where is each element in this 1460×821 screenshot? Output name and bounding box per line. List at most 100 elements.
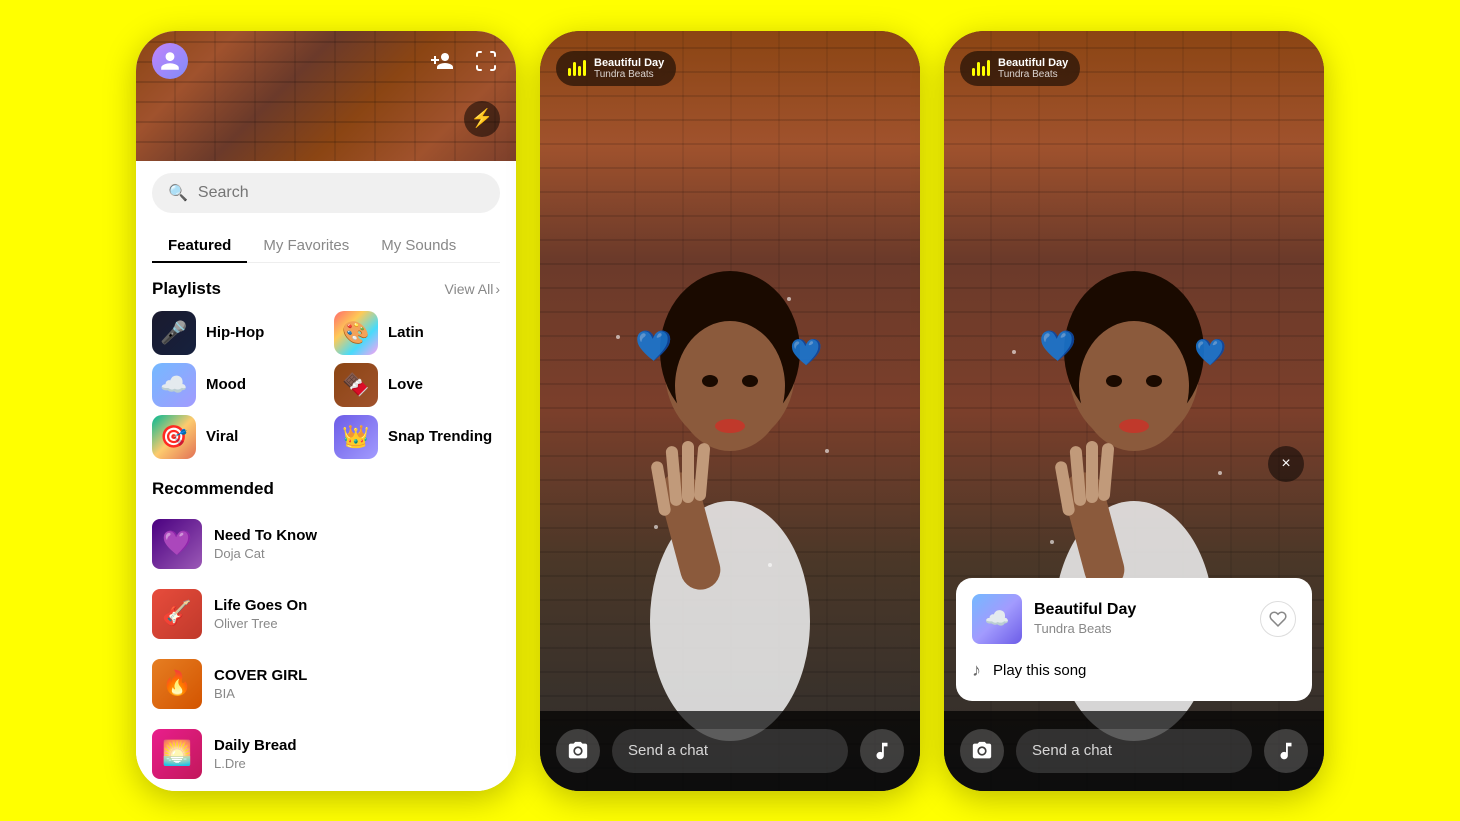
playlist-name-snapttrend: Snap Trending bbox=[388, 428, 492, 445]
scan-icon[interactable] bbox=[472, 47, 500, 75]
music-title-3: Beautiful Day bbox=[998, 57, 1068, 69]
playlists-header: Playlists View All › bbox=[152, 279, 500, 299]
topbar bbox=[136, 31, 516, 91]
chat-placeholder: Send a chat bbox=[628, 742, 708, 759]
playlist-snapttrend[interactable]: 👑 Snap Trending bbox=[334, 415, 500, 459]
avatar[interactable] bbox=[152, 43, 188, 79]
music-note-icon bbox=[871, 740, 893, 762]
music-artist: Tundra Beats bbox=[594, 69, 664, 80]
song-thumb-life-goes-on: 🎸 bbox=[152, 589, 202, 639]
playlist-hiphop[interactable]: 🎤 Hip-Hop bbox=[152, 311, 318, 355]
playlist-name-love: Love bbox=[388, 376, 423, 393]
chat-placeholder-3: Send a chat bbox=[1032, 742, 1112, 759]
song-card-text: Beautiful Day Tundra Beats bbox=[1034, 601, 1136, 636]
music-note-icon-3 bbox=[1275, 740, 1297, 762]
camera-icon bbox=[567, 740, 589, 762]
playlists-title: Playlists bbox=[152, 279, 221, 299]
chat-input-3[interactable]: Send a chat bbox=[1016, 729, 1252, 773]
song-title-need-to-know: Need To Know bbox=[214, 527, 500, 544]
playlist-mood[interactable]: ☁️ Mood bbox=[152, 363, 318, 407]
song-thumb-cover-girl: 🔥 bbox=[152, 659, 202, 709]
chat-input[interactable]: Send a chat bbox=[612, 729, 848, 773]
song-artist-cover-girl: BIA bbox=[214, 686, 500, 701]
playlists-grid: 🎤 Hip-Hop 🎨 Latin ☁️ Mood 🍫 Lo bbox=[152, 311, 500, 459]
music-text-3: Beautiful Day Tundra Beats bbox=[998, 57, 1068, 80]
music-badge-3[interactable]: Beautiful Day Tundra Beats bbox=[960, 51, 1080, 86]
song-card-info: ☁️ Beautiful Day Tundra Beats bbox=[972, 594, 1136, 644]
sparkle-4 bbox=[768, 563, 772, 567]
tab-my-sounds[interactable]: My Sounds bbox=[365, 229, 472, 262]
woman-svg: 💙 💙 bbox=[570, 171, 890, 791]
flash-badge[interactable]: ⚡ bbox=[464, 101, 500, 137]
play-song-text: Play this song bbox=[993, 662, 1086, 679]
song-life-goes-on[interactable]: 🎸 Life Goes On Oliver Tree bbox=[152, 581, 500, 647]
music-badge[interactable]: Beautiful Day Tundra Beats bbox=[556, 51, 676, 86]
playlist-thumb-mood: ☁️ bbox=[152, 363, 196, 407]
tab-featured[interactable]: Featured bbox=[152, 229, 247, 262]
song-daily-bread[interactable]: 🌅 Daily Bread L.Dre bbox=[152, 721, 500, 787]
song-card-top: ☁️ Beautiful Day Tundra Beats bbox=[972, 594, 1296, 644]
play-song-row[interactable]: ♪ Play this song bbox=[972, 656, 1296, 685]
phone-camera-popup: Beautiful Day Tundra Beats 💙 💙 bbox=[944, 31, 1324, 791]
camera-bg-3: Beautiful Day Tundra Beats 💙 💙 bbox=[944, 31, 1324, 791]
sparkle-1 bbox=[616, 335, 620, 339]
song-title-life-goes-on: Life Goes On bbox=[214, 597, 500, 614]
music-note-small-icon: ♪ bbox=[972, 660, 981, 681]
playlist-viral[interactable]: 🎯 Viral bbox=[152, 415, 318, 459]
search-bar[interactable]: 🔍 bbox=[152, 173, 500, 213]
song-title-cover-girl: COVER GIRL bbox=[214, 667, 500, 684]
subject-figure: 💙 💙 bbox=[540, 31, 920, 791]
music-bar-3-1 bbox=[972, 68, 975, 76]
playlist-thumb-latin: 🎨 bbox=[334, 311, 378, 355]
song-artist-daily-bread: L.Dre bbox=[214, 756, 500, 771]
music-note-button-3[interactable] bbox=[1264, 729, 1308, 773]
music-bar-3-2 bbox=[977, 62, 980, 76]
tab-bar: Featured My Favorites My Sounds bbox=[152, 229, 500, 263]
music-bar-3-3 bbox=[982, 66, 985, 76]
song-need-to-know[interactable]: 💜 Need To Know Doja Cat bbox=[152, 511, 500, 577]
playlist-name-viral: Viral bbox=[206, 428, 238, 445]
song-thumb-need-to-know: 💜 bbox=[152, 519, 202, 569]
music-note-button[interactable] bbox=[860, 729, 904, 773]
music-bar-2 bbox=[573, 62, 576, 76]
playlist-thumb-viral: 🎯 bbox=[152, 415, 196, 459]
camera-shutter-button-3[interactable] bbox=[960, 729, 1004, 773]
camera-preview: ⚡ bbox=[136, 31, 516, 161]
camera-bottom-bar-3: Send a chat bbox=[944, 711, 1324, 791]
topbar-icons bbox=[428, 47, 500, 75]
sparkle-2 bbox=[825, 449, 829, 453]
camera-shutter-button[interactable] bbox=[556, 729, 600, 773]
add-friend-icon[interactable] bbox=[428, 47, 456, 75]
song-info-life-goes-on: Life Goes On Oliver Tree bbox=[214, 597, 500, 631]
svg-text:💙: 💙 bbox=[635, 329, 673, 363]
search-content: 🔍 Featured My Favorites My Sounds Playli… bbox=[136, 161, 516, 791]
song-artist-life-goes-on: Oliver Tree bbox=[214, 616, 500, 631]
search-input[interactable] bbox=[198, 184, 484, 202]
svg-text:💙: 💙 bbox=[790, 337, 823, 367]
music-bars-icon-3 bbox=[972, 60, 990, 76]
favorite-button[interactable] bbox=[1260, 601, 1296, 637]
song-card-title: Beautiful Day bbox=[1034, 601, 1136, 619]
sparkle-3 bbox=[654, 525, 658, 529]
camera-bottom-bar: Send a chat bbox=[540, 711, 920, 791]
camera-bg: Beautiful Day Tundra Beats bbox=[540, 31, 920, 791]
search-icon: 🔍 bbox=[168, 183, 188, 203]
camera-icon-3 bbox=[971, 740, 993, 762]
playlist-latin[interactable]: 🎨 Latin bbox=[334, 311, 500, 355]
song-info-need-to-know: Need To Know Doja Cat bbox=[214, 527, 500, 561]
view-all-button[interactable]: View All › bbox=[445, 281, 500, 297]
playlist-love[interactable]: 🍫 Love bbox=[334, 363, 500, 407]
song-artist-need-to-know: Doja Cat bbox=[214, 546, 500, 561]
song-card-artist: Tundra Beats bbox=[1034, 621, 1136, 636]
phone-search: ⚡ 🔍 Featured My Favorites My Sounds Play… bbox=[136, 31, 516, 791]
tab-my-favorites[interactable]: My Favorites bbox=[247, 229, 365, 262]
playlist-thumb-love: 🍫 bbox=[334, 363, 378, 407]
recommended-list: 💜 Need To Know Doja Cat 🎸 Life Goes On O… bbox=[152, 511, 500, 791]
close-song-button[interactable]: × bbox=[1268, 446, 1304, 482]
recommended-title: Recommended bbox=[152, 479, 274, 499]
music-artist-3: Tundra Beats bbox=[998, 69, 1068, 80]
music-bar-4 bbox=[583, 60, 586, 76]
song-cover-girl[interactable]: 🔥 COVER GIRL BIA bbox=[152, 651, 500, 717]
song-card-thumb: ☁️ bbox=[972, 594, 1022, 644]
recommended-header: Recommended bbox=[152, 479, 500, 499]
